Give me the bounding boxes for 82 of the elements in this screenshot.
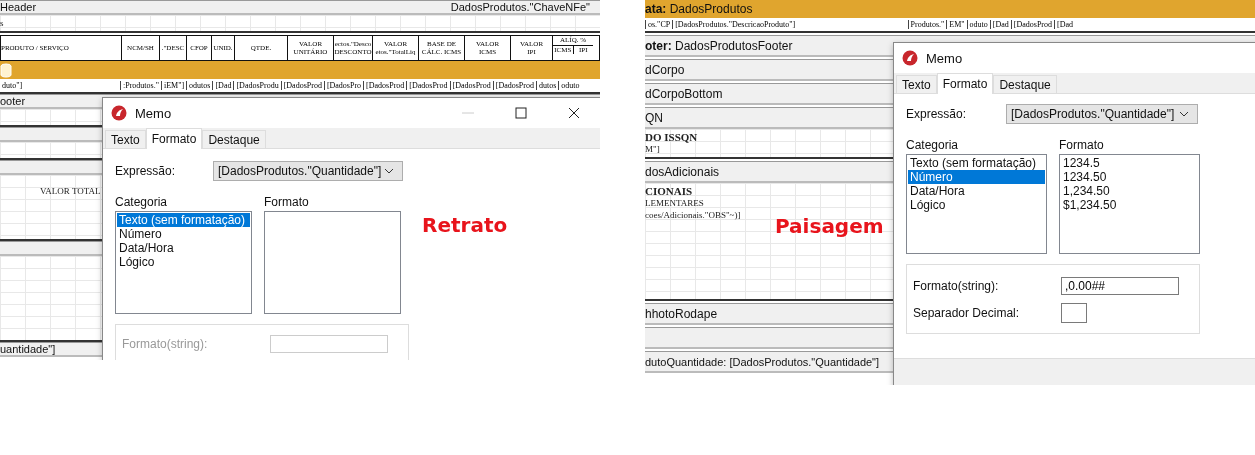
- category-item[interactable]: Número: [117, 227, 250, 241]
- format-label: Formato: [264, 195, 310, 209]
- app-logo-icon: [111, 105, 127, 121]
- format-item[interactable]: 1,234.50: [1061, 184, 1198, 198]
- report-text: s: [0, 17, 4, 29]
- category-item[interactable]: Texto (sem formatação): [908, 156, 1045, 170]
- expression-dropdown[interactable]: [DadosProdutos."Quantidade"]: [213, 161, 403, 181]
- field-cell: [DadosProd: [449, 81, 493, 90]
- category-label: Categoria: [906, 138, 960, 152]
- category-item[interactable]: Data/Hora: [908, 184, 1045, 198]
- format-item[interactable]: 1234.5: [1061, 156, 1198, 170]
- band-title: dutoQuantidade: [DadosProdutos."Quantidade"]: [645, 355, 880, 368]
- report-text: VALOR TOTAL: [40, 185, 101, 197]
- field-cell: [Dad: [989, 20, 1011, 29]
- field-cell: os."CP: [645, 20, 673, 29]
- category-item[interactable]: Número: [908, 170, 1045, 184]
- app-logo-icon: [902, 50, 918, 66]
- field-cell: [DadosProd: [363, 81, 407, 90]
- field-cell: oduto: [558, 81, 582, 90]
- field-cell: [Dad: [1054, 20, 1075, 29]
- window-title: Memo: [926, 50, 964, 66]
- band-title: uantidade"]: [0, 343, 56, 355]
- field-cell: :Produtos.": [120, 81, 161, 90]
- category-item[interactable]: Lógico: [117, 255, 250, 269]
- field-cell: [Dad: [212, 81, 234, 90]
- decimal-separator-field[interactable]: [1061, 303, 1087, 323]
- format-item[interactable]: 1234.50: [1061, 170, 1198, 184]
- tab[interactable]: Destaque: [993, 75, 1057, 93]
- tab[interactable]: Destaque: [202, 130, 266, 148]
- category-item[interactable]: Data/Hora: [117, 241, 250, 255]
- field-cell: [DadosProd: [1010, 20, 1054, 29]
- format-string-label: Formato(string):: [913, 279, 1000, 293]
- caret-icon: [1179, 111, 1189, 117]
- band-title: QN: [645, 110, 663, 125]
- field-cell: Produtos.": [907, 20, 947, 29]
- band-title: dosAdicionais: [645, 164, 720, 179]
- band-title: dCorpo: [645, 62, 685, 77]
- category-item[interactable]: Lógico: [908, 198, 1045, 212]
- band-title: Header: [0, 1, 37, 13]
- expression-label: Expressão:: [906, 107, 968, 121]
- field-cell: dutos: [535, 81, 559, 90]
- field-cell: [DadosProd: [406, 81, 450, 90]
- expression-label: Expressão:: [115, 164, 177, 178]
- format-string-field[interactable]: ,0.00##: [1061, 277, 1179, 295]
- caption-label: Paisagem: [775, 214, 884, 238]
- category-label: Categoria: [115, 195, 169, 209]
- field-cell: [DadosProdu: [233, 81, 281, 90]
- tab[interactable]: Formato: [145, 128, 203, 149]
- field-cell: oduto: [966, 20, 990, 29]
- band-title: ata: DadosProdutos: [645, 2, 753, 16]
- band-title: oter: DadosProdutosFooter: [645, 38, 793, 53]
- field-cell-text: duto"]: [1, 81, 24, 90]
- report-text: coes/Adicionais."OBS"~)]: [645, 209, 741, 221]
- report-text: DO ISSQN: [645, 131, 698, 143]
- tab[interactable]: Formato: [936, 73, 994, 94]
- tab[interactable]: Texto: [896, 75, 937, 93]
- field-cell: odutos: [186, 81, 213, 90]
- field-cell: EM": [946, 20, 967, 29]
- band-title: dCorpoBottom: [645, 86, 723, 101]
- field-cell: [DadosProdutos."DescricaoProduto"]: [672, 20, 798, 29]
- decimal-separator-label: Separador Decimal:: [913, 306, 1021, 320]
- expression-dropdown[interactable]: [DadosProdutos."Quantidade"]: [1006, 104, 1198, 124]
- maximize-icon[interactable]: [515, 107, 527, 119]
- format-item[interactable]: $1,234.50: [1061, 198, 1198, 212]
- band-title: hhotoRodape: [645, 306, 718, 321]
- caret-icon: [384, 168, 394, 174]
- band-title: ooter: [0, 95, 26, 107]
- tab[interactable]: Texto: [105, 130, 146, 148]
- field-cell: [DadosProd: [492, 81, 536, 90]
- band-field: DadosProdutos."ChaveNFe": [450, 1, 590, 13]
- close-icon[interactable]: [568, 107, 580, 119]
- field-cell: [DadosPro: [323, 81, 364, 90]
- field-cell: iEM"]: [160, 81, 187, 90]
- window-title: Memo: [135, 105, 173, 121]
- field-cell: [DadosProd: [280, 81, 324, 90]
- format-label: Formato: [1059, 138, 1105, 152]
- report-text: LEMENTARES: [645, 197, 704, 209]
- category-item[interactable]: Texto (sem formatação): [117, 213, 250, 227]
- report-text: M"]: [645, 143, 660, 155]
- report-text: CIONAIS: [645, 185, 693, 197]
- format-string-label: Formato(string):: [122, 337, 209, 351]
- caption-label: Retrato: [422, 213, 508, 237]
